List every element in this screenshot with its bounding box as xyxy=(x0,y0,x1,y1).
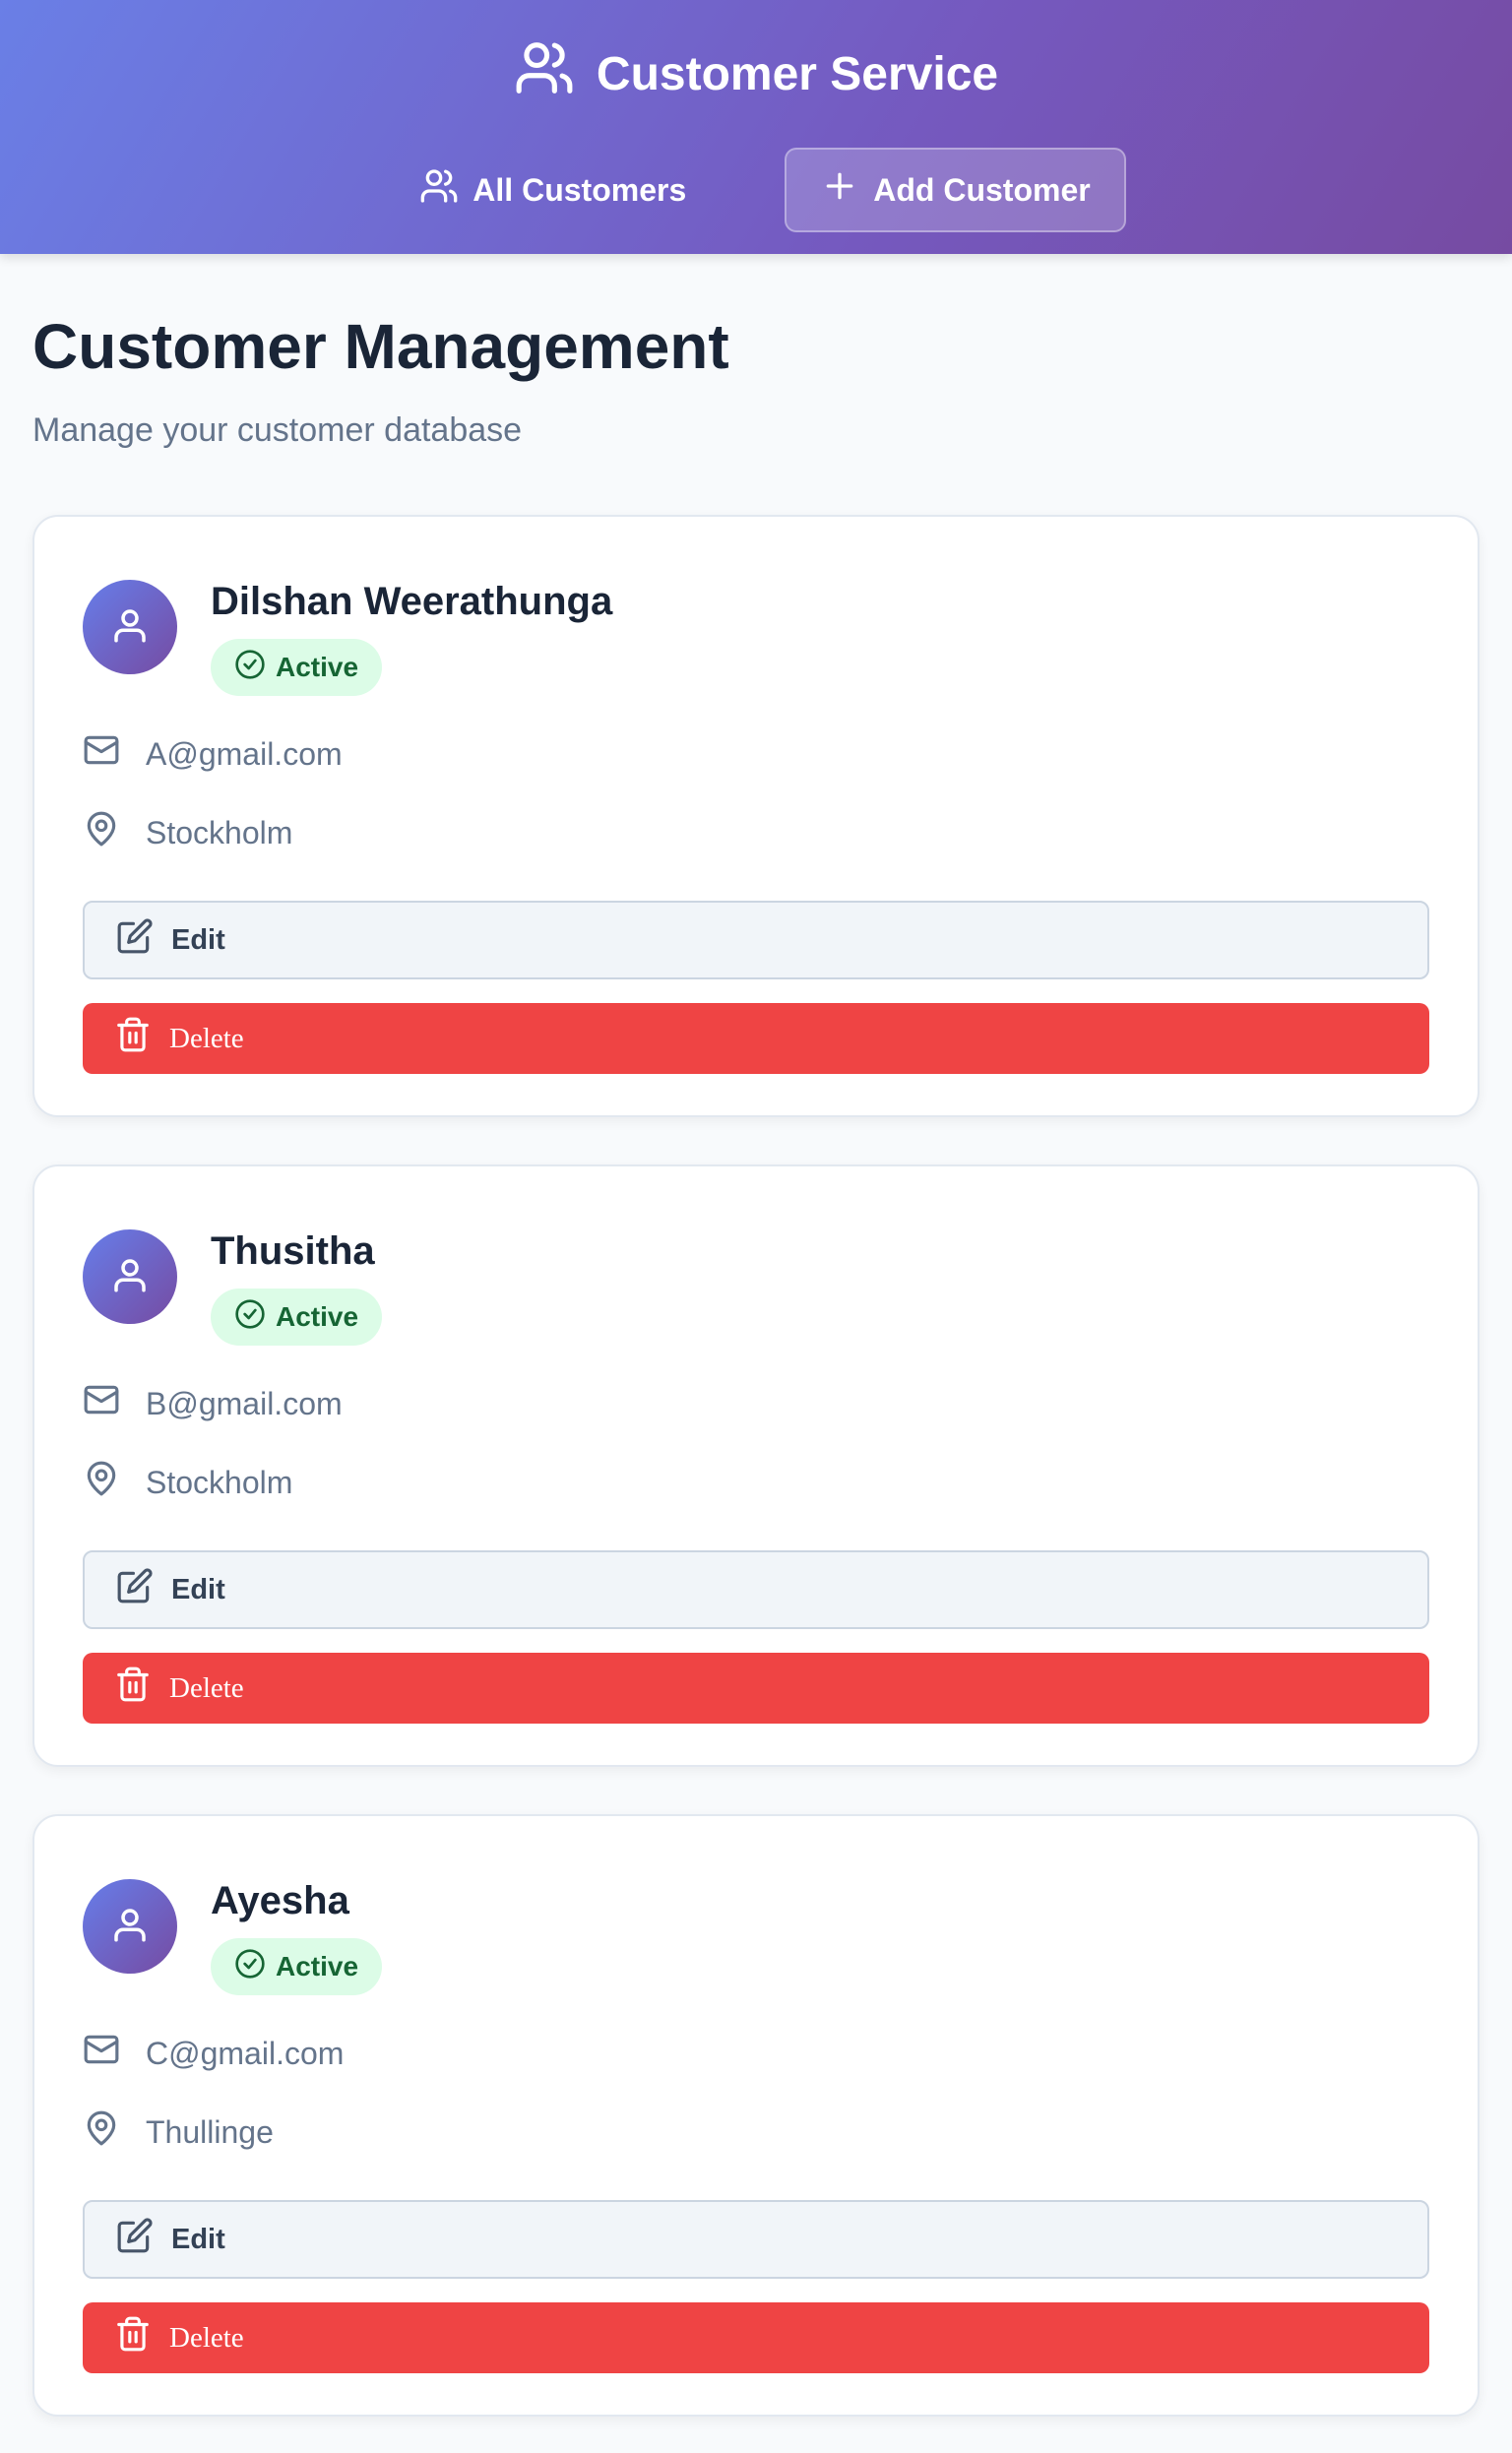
edit-button-label: Edit xyxy=(171,1573,225,1605)
delete-button-label: Delete xyxy=(169,2321,244,2354)
customer-location: Stockholm xyxy=(146,814,293,850)
nav-all-customers-label: All Customers xyxy=(472,171,687,208)
delete-button[interactable]: Delete xyxy=(83,1653,1429,1724)
customer-name: Thusitha xyxy=(211,1229,375,1273)
avatar xyxy=(83,580,177,674)
customer-card-header: Thusitha Active xyxy=(83,1227,1429,1346)
status-label: Active xyxy=(276,1951,359,1981)
edit-button-label: Edit xyxy=(171,923,225,956)
delete-button[interactable]: Delete xyxy=(83,2302,1429,2373)
delete-button[interactable]: Delete xyxy=(83,1003,1429,1074)
nav-add-customer-label: Add Customer xyxy=(873,171,1091,208)
map-pin-icon xyxy=(83,2109,120,2155)
customer-card: Ayesha Active C@gmail.com Thullinge Edit… xyxy=(32,1814,1480,2417)
status-label: Active xyxy=(276,1301,359,1332)
avatar xyxy=(83,1879,177,1974)
customer-email: A@gmail.com xyxy=(146,735,343,772)
customer-name: Ayesha xyxy=(211,1879,349,1922)
edit-button-label: Edit xyxy=(171,2223,225,2255)
email-row: C@gmail.com xyxy=(83,2031,1429,2076)
location-row: Thullinge xyxy=(83,2109,1429,2155)
edit-button[interactable]: Edit xyxy=(83,901,1429,979)
user-icon xyxy=(109,1254,151,1300)
customer-email: C@gmail.com xyxy=(146,2035,345,2071)
users-icon xyxy=(419,166,459,214)
location-row: Stockholm xyxy=(83,1460,1429,1505)
customer-card-header: Dilshan Weerathunga Active xyxy=(83,578,1429,696)
customer-location: Stockholm xyxy=(146,1464,293,1500)
brand: Customer Service xyxy=(514,37,998,110)
mail-icon xyxy=(83,731,120,777)
app-title: Customer Service xyxy=(596,47,999,100)
status-badge: Active xyxy=(211,1938,383,1995)
user-icon xyxy=(109,1904,151,1950)
delete-button-label: Delete xyxy=(169,1671,244,1704)
check-circle-icon xyxy=(234,1948,266,1986)
user-icon xyxy=(109,604,151,651)
customer-list: Dilshan Weerathunga Active A@gmail.com S… xyxy=(32,515,1480,2417)
edit-button[interactable]: Edit xyxy=(83,2200,1429,2279)
main-nav: All Customers Add Customer xyxy=(386,148,1126,232)
map-pin-icon xyxy=(83,810,120,855)
edit-button[interactable]: Edit xyxy=(83,1550,1429,1629)
nav-add-customer[interactable]: Add Customer xyxy=(785,148,1126,232)
users-icon xyxy=(514,37,575,110)
main-content: Customer Management Manage your customer… xyxy=(0,307,1512,2417)
status-label: Active xyxy=(276,652,359,682)
nav-all-customers[interactable]: All Customers xyxy=(386,148,720,232)
mail-icon xyxy=(83,2031,120,2076)
avatar xyxy=(83,1229,177,1324)
email-row: A@gmail.com xyxy=(83,731,1429,777)
edit-icon xyxy=(116,2217,154,2262)
location-row: Stockholm xyxy=(83,810,1429,855)
status-badge: Active xyxy=(211,1289,383,1346)
edit-icon xyxy=(116,917,154,963)
customer-card: Dilshan Weerathunga Active A@gmail.com S… xyxy=(32,515,1480,1117)
mail-icon xyxy=(83,1381,120,1426)
trash-icon xyxy=(114,2315,152,2360)
customer-name: Dilshan Weerathunga xyxy=(211,580,613,623)
status-badge: Active xyxy=(211,639,383,696)
edit-icon xyxy=(116,1567,154,1612)
delete-button-label: Delete xyxy=(169,1022,244,1054)
customer-card-header: Ayesha Active xyxy=(83,1877,1429,1995)
email-row: B@gmail.com xyxy=(83,1381,1429,1426)
map-pin-icon xyxy=(83,1460,120,1505)
page-subtitle: Manage your customer database xyxy=(32,411,523,449)
trash-icon xyxy=(114,1666,152,1711)
page-title: Customer Management xyxy=(32,311,729,382)
customer-card: Thusitha Active B@gmail.com Stockholm Ed… xyxy=(32,1164,1480,1767)
app-header: Customer Service All Customers Add Custo… xyxy=(0,0,1512,254)
customer-location: Thullinge xyxy=(146,2113,274,2150)
check-circle-icon xyxy=(234,649,266,687)
check-circle-icon xyxy=(234,1298,266,1337)
customer-email: B@gmail.com xyxy=(146,1385,343,1421)
plus-icon xyxy=(820,166,859,214)
trash-icon xyxy=(114,1016,152,1061)
